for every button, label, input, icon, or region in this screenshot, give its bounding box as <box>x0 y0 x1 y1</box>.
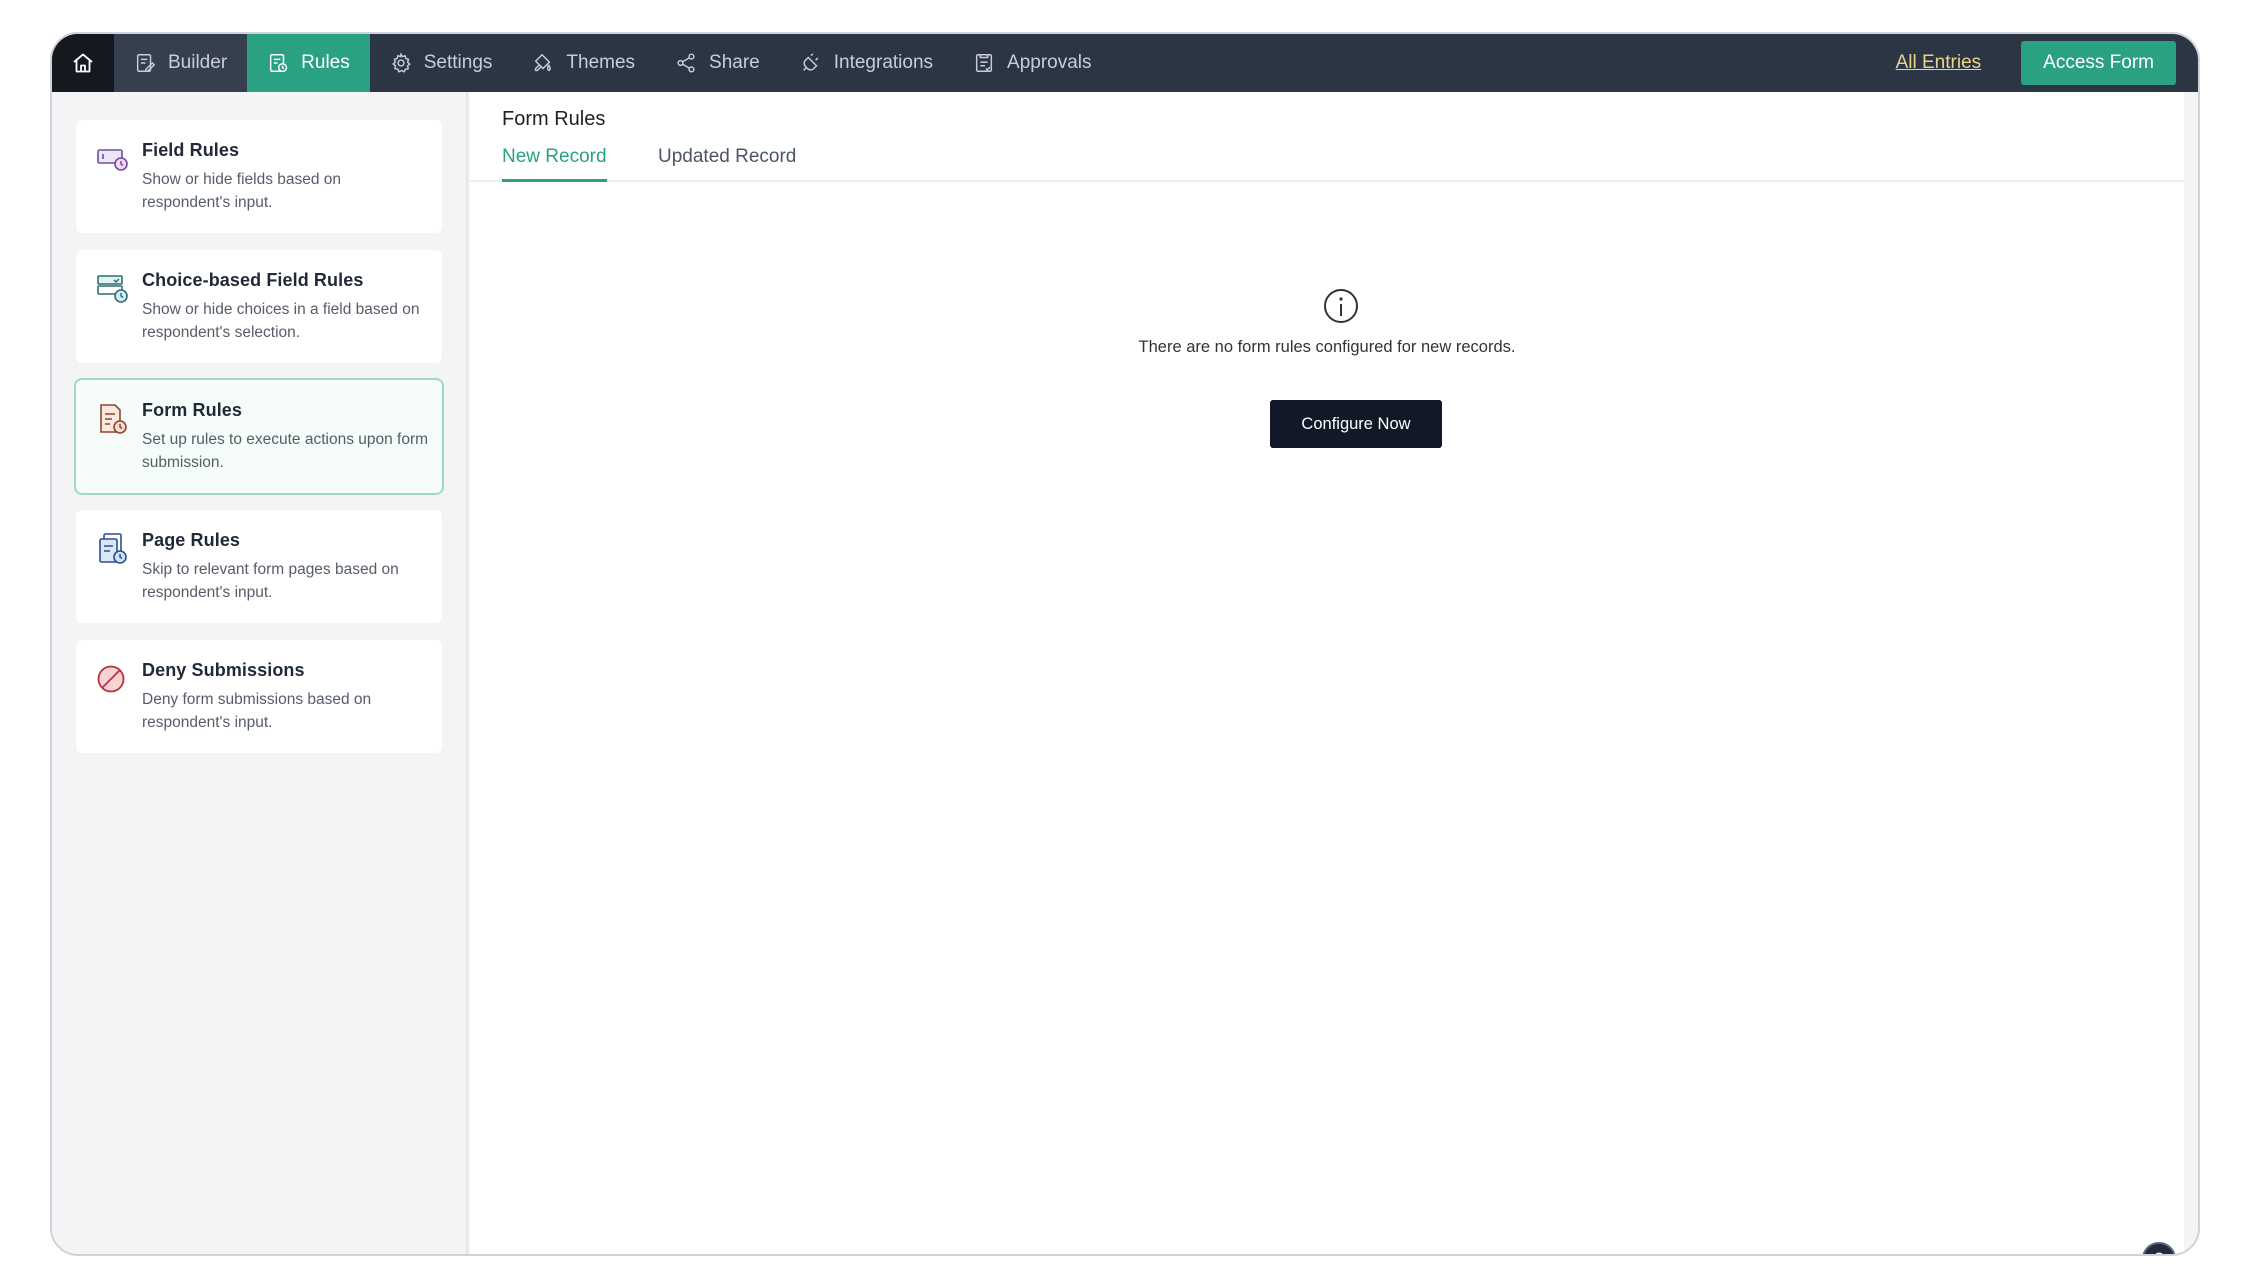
nav-share-label: Share <box>709 52 760 73</box>
configure-now-button[interactable]: Configure Now <box>1270 400 1442 448</box>
app-window: Builder Rules Settings Themes Share Inte… <box>50 32 2200 1256</box>
top-nav-bar: Builder Rules Settings Themes Share Inte… <box>52 34 2198 92</box>
approvals-icon <box>975 54 993 72</box>
nav-builder-label: Builder <box>168 52 228 73</box>
card-title: Choice-based Field Rules <box>142 270 364 290</box>
nav-themes[interactable]: Themes <box>512 34 655 92</box>
all-entries-link[interactable]: All Entries <box>1896 52 1982 74</box>
page-title: Form Rules <box>502 108 606 130</box>
record-tabs: New Record Updated Record <box>470 136 2184 182</box>
form-rules-icon <box>100 404 127 434</box>
card-title: Deny Submissions <box>142 660 305 680</box>
plug-icon <box>802 53 819 71</box>
card-title: Page Rules <box>142 530 241 550</box>
card-title: Form Rules <box>142 400 243 420</box>
rules-sidebar: Field Rules Show or hide fields based on… <box>52 92 468 1254</box>
nav-share[interactable]: Share <box>655 34 780 92</box>
field-rules-icon <box>97 149 128 171</box>
rules-icon <box>270 54 288 73</box>
nav-settings[interactable]: Settings <box>370 34 513 92</box>
home-icon <box>73 53 93 73</box>
choice-rules-icon <box>97 275 128 303</box>
gear-icon <box>391 52 411 73</box>
sidebar-card-field-rules[interactable]: Field Rules Show or hide fields based on… <box>74 118 444 235</box>
home-button[interactable] <box>52 34 114 92</box>
nav-themes-label: Themes <box>566 52 636 73</box>
page-rules-icon <box>99 533 127 564</box>
card-description: Skip to relevant form pages based on res… <box>142 561 399 601</box>
access-form-button[interactable]: Access Form <box>2021 41 2176 85</box>
sidebar-card-form-rules[interactable]: Form Rules Set up rules to execute actio… <box>74 378 444 495</box>
main-panel: Form Rules New Record Updated Record The… <box>470 92 2184 1254</box>
empty-state-message: There are no form rules configured for n… <box>1138 338 1516 356</box>
tab-updated-record[interactable]: Updated Record <box>658 136 796 182</box>
sidebar-card-choice-based-field-rules[interactable]: Choice-based Field Rules Show or hide ch… <box>74 248 444 365</box>
deny-icon <box>97 665 125 693</box>
help-button[interactable]: ? <box>2142 1242 2176 1254</box>
sidebar-card-deny-submissions[interactable]: Deny Submissions Deny form submissions b… <box>74 638 444 755</box>
nav-rules-label: Rules <box>301 52 350 73</box>
sidebar-card-page-rules[interactable]: Page Rules Skip to relevant form pages b… <box>74 508 444 625</box>
nav-approvals[interactable]: Approvals <box>953 34 1112 92</box>
card-title: Field Rules <box>142 140 240 160</box>
paint-icon <box>535 53 552 72</box>
card-description: Show or hide fields based on respondent'… <box>142 171 342 211</box>
card-description: Set up rules to execute actions upon for… <box>142 431 429 471</box>
tab-new-record[interactable]: New Record <box>502 136 607 182</box>
builder-icon <box>136 54 156 72</box>
nav-approvals-label: Approvals <box>1007 52 1092 73</box>
nav-integrations[interactable]: Integrations <box>780 34 953 92</box>
card-description: Deny form submissions based on responden… <box>142 691 372 731</box>
nav-settings-label: Settings <box>423 52 493 73</box>
nav-builder[interactable]: Builder <box>114 34 248 92</box>
info-icon <box>1324 289 1358 323</box>
nav-rules[interactable]: Rules <box>247 34 370 92</box>
share-icon <box>677 53 695 73</box>
nav-integrations-label: Integrations <box>833 52 934 73</box>
card-description: Show or hide choices in a field based on… <box>142 301 420 341</box>
